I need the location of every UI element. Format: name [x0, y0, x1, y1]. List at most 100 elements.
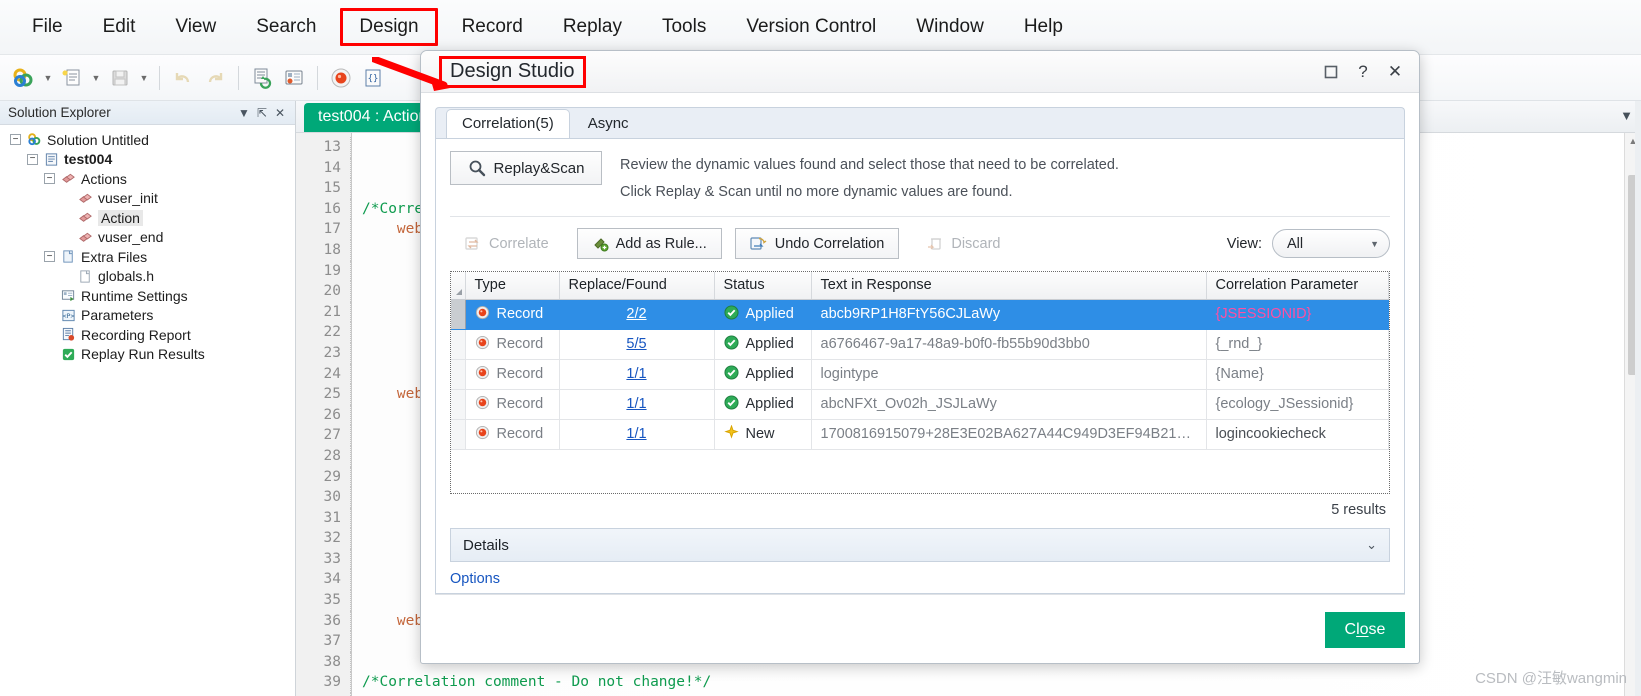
- replace-found-link[interactable]: 1/1: [626, 396, 646, 412]
- line-number: 24: [296, 363, 351, 385]
- maximize-icon[interactable]: [1315, 57, 1347, 87]
- tree-item-extra-files[interactable]: − Extra Files: [0, 247, 295, 267]
- menu-item-help[interactable]: Help: [1004, 10, 1083, 44]
- row-selector-cell[interactable]: [451, 389, 466, 420]
- menu-item-window[interactable]: Window: [896, 10, 1004, 44]
- menu-item-replay[interactable]: Replay: [543, 10, 642, 44]
- table-row[interactable]: Record 2/2 Applied abcb9RP1H8FtY56CJLaWy {JS…: [451, 299, 1389, 330]
- replay-scan-button[interactable]: Replay&Scan: [450, 151, 602, 185]
- parameters-icon: <P>: [60, 308, 77, 323]
- tree-item-vuser-end[interactable]: vuser_end: [0, 228, 295, 248]
- line-number: 17: [296, 219, 351, 240]
- tab-correlation[interactable]: Correlation(5): [446, 109, 570, 139]
- menu-item-version-control[interactable]: Version Control: [726, 10, 896, 44]
- help-icon[interactable]: ?: [1347, 57, 1379, 87]
- grid-corner-cell[interactable]: [451, 272, 466, 300]
- tree-item-label: vuser_init: [98, 190, 158, 207]
- menu-item-edit[interactable]: Edit: [83, 10, 156, 44]
- replace-found-link[interactable]: 5/5: [626, 336, 646, 352]
- table-row[interactable]: Record 1/1 Applied abcNFXt_Ov02h_JSJLaWy {ec…: [451, 389, 1389, 420]
- chevron-down-icon[interactable]: ⌄: [1366, 537, 1377, 553]
- column-header-replace-found[interactable]: Replace/Found: [559, 272, 715, 300]
- cell-text-in-response: abcb9RP1H8FtY56CJLaWy: [811, 299, 1207, 330]
- tree-item-replay-run-results[interactable]: Replay Run Results: [0, 345, 295, 365]
- row-selector-cell[interactable]: [451, 299, 466, 330]
- replay-scan-label: Replay&Scan: [493, 159, 585, 177]
- row-selector-cell[interactable]: [451, 359, 466, 390]
- cell-replace-found[interactable]: 1/1: [559, 359, 715, 390]
- line-number: 28: [296, 445, 351, 467]
- runtime-settings-icon: [60, 288, 77, 303]
- tree-expander-icon[interactable]: −: [10, 134, 21, 146]
- menu-item-record[interactable]: Record: [442, 10, 543, 44]
- cell-replace-found[interactable]: 5/5: [559, 329, 715, 360]
- close-icon[interactable]: ✕: [1379, 57, 1411, 87]
- undo-correlation-button[interactable]: Undo Correlation: [734, 228, 900, 259]
- application-window: File Edit View Search Design Record Repl…: [0, 0, 1641, 696]
- line-number: 14: [296, 157, 351, 179]
- correlation-panel: Replay&Scan Review the dynamic values fo…: [435, 138, 1405, 594]
- tree-item-solution-untitled[interactable]: − Solution Untitled: [0, 130, 295, 150]
- correlate-button[interactable]: Correlate: [450, 228, 564, 259]
- cell-replace-found[interactable]: 1/1: [559, 389, 715, 420]
- replace-found-link[interactable]: 1/1: [626, 426, 646, 442]
- column-header-text-in-response[interactable]: Text in Response: [811, 272, 1207, 300]
- details-section-header[interactable]: Details ⌄: [450, 528, 1390, 562]
- view-select[interactable]: All ▼: [1272, 229, 1390, 258]
- options-link[interactable]: Options: [450, 571, 500, 587]
- tree-item-parameters[interactable]: <P> Parameters: [0, 306, 295, 326]
- tree-expander-icon[interactable]: −: [27, 153, 38, 165]
- tree-item-runtime-settings[interactable]: Runtime Settings: [0, 286, 295, 306]
- tree-item-action[interactable]: Action: [0, 208, 295, 228]
- watermark: CSDN @汪敏wangmin: [1475, 670, 1627, 687]
- tree-item-label: globals.h: [98, 268, 155, 285]
- row-selector-cell[interactable]: [451, 329, 466, 360]
- table-row[interactable]: Record 1/1 Applied logintype {Name}: [451, 359, 1389, 390]
- solution-icon[interactable]: [9, 63, 39, 93]
- menu-item-view[interactable]: View: [155, 10, 236, 44]
- tree-item-label: Parameters: [81, 307, 154, 324]
- new-script-dropdown-caret-icon[interactable]: ▼: [88, 63, 104, 93]
- menu-item-design[interactable]: Design: [340, 8, 438, 46]
- correlation-grid-wrapper[interactable]: Type Replace/Found Status Text in Respon…: [450, 271, 1390, 494]
- tree-expander-icon[interactable]: −: [44, 173, 55, 185]
- tree-item-actions[interactable]: − Actions: [0, 169, 295, 189]
- tree-item-test004[interactable]: − test004: [0, 150, 295, 170]
- menu-item-file[interactable]: File: [12, 10, 83, 44]
- replace-found-link[interactable]: 1/1: [626, 366, 646, 382]
- tab-async[interactable]: Async: [572, 109, 645, 138]
- row-selector-cell[interactable]: [451, 419, 466, 450]
- chevron-down-icon[interactable]: ▼: [235, 106, 253, 120]
- editor-line-number-gutter: 13 14 15 16 17 18 19 20 21 22 23 24 25 26 27 28 29 30 31 32…: [296, 133, 352, 696]
- new-script-icon[interactable]: [57, 63, 87, 93]
- solution-dropdown-caret-icon[interactable]: ▼: [40, 63, 56, 93]
- column-header-correlation-parameter[interactable]: Correlation Parameter: [1206, 272, 1389, 300]
- save-dropdown-caret-icon[interactable]: ▼: [136, 63, 152, 93]
- menu-item-tools[interactable]: Tools: [642, 10, 726, 44]
- column-header-status[interactable]: Status: [714, 272, 812, 300]
- tree-item-vuser-init[interactable]: vuser_init: [0, 189, 295, 209]
- add-as-rule-button[interactable]: Add as Rule...: [576, 228, 722, 259]
- editor-tab-overflow-icon[interactable]: ▼: [1620, 108, 1633, 123]
- menu-item-search[interactable]: Search: [236, 10, 336, 44]
- tree-item-recording-report[interactable]: Recording Report: [0, 325, 295, 345]
- tree-expander-icon[interactable]: −: [44, 251, 55, 263]
- table-row[interactable]: Record 1/1 New 1700816915079+28E3E02BA627A4…: [451, 419, 1389, 450]
- cell-replace-found[interactable]: 2/2: [559, 299, 715, 330]
- cell-replace-found[interactable]: 1/1: [559, 419, 715, 450]
- close-button[interactable]: Close: [1325, 612, 1405, 648]
- runtime-settings-icon[interactable]: [279, 63, 309, 93]
- record-icon: [475, 365, 490, 384]
- record-icon[interactable]: [326, 63, 356, 93]
- cell-text-in-response: 1700816915079+28E3E02BA627A44C949D3EF94B…: [811, 419, 1207, 450]
- column-header-type[interactable]: Type: [465, 272, 560, 300]
- table-row[interactable]: Record 5/5 Applied a6766467-9a17-48a9-b0f0-…: [451, 329, 1389, 360]
- pin-icon[interactable]: ⇱: [253, 106, 271, 120]
- refresh-script-icon[interactable]: [247, 63, 277, 93]
- chevron-down-icon: ▼: [1370, 238, 1379, 249]
- close-icon[interactable]: ✕: [271, 106, 289, 120]
- tree-item-globals-h[interactable]: globals.h: [0, 267, 295, 287]
- replace-found-link[interactable]: 2/2: [626, 306, 646, 322]
- discard-button[interactable]: Discard: [912, 228, 1015, 259]
- cell-type: Record: [465, 419, 560, 450]
